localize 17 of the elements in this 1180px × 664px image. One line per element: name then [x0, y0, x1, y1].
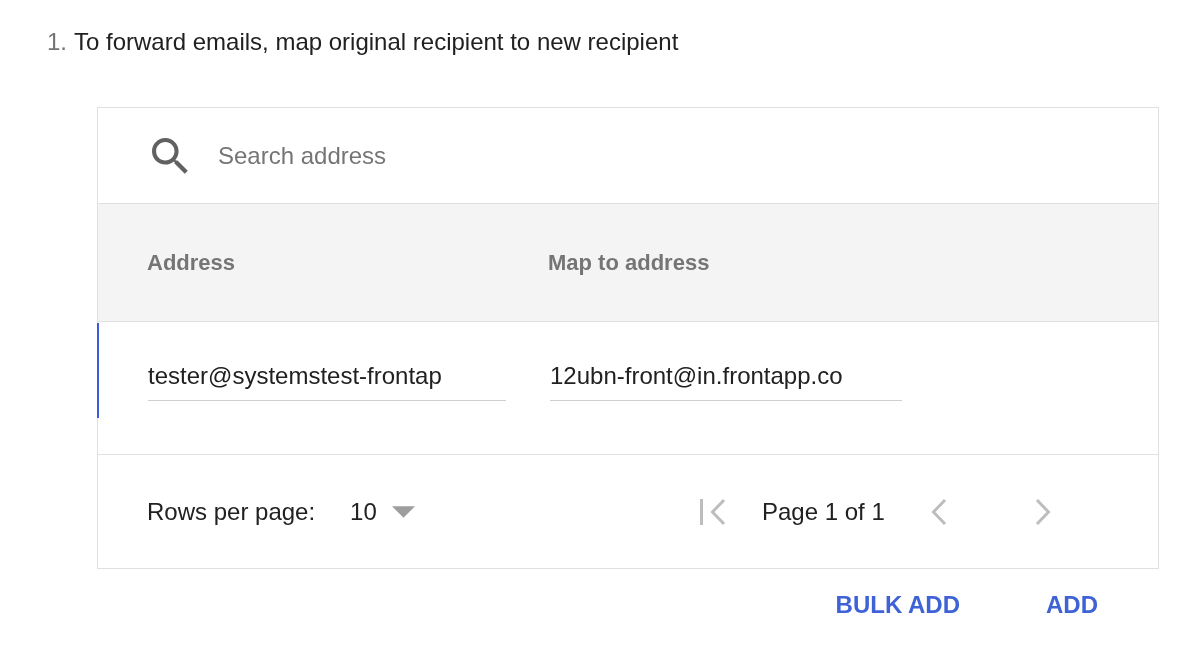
page-indicator: Page 1 of 1 [762, 497, 885, 526]
bulk-add-button[interactable]: BULK ADD [819, 585, 976, 625]
rows-per-page-dropdown[interactable]: 10 [350, 497, 415, 526]
chevron-left-icon [929, 497, 947, 526]
add-button[interactable]: ADD [1030, 585, 1114, 625]
search-icon [152, 137, 188, 174]
rows-per-page-label: Rows per page: [147, 497, 316, 526]
column-header: Map to address [548, 249, 710, 276]
list-number: 1. [47, 28, 67, 56]
first-page-icon [700, 497, 726, 526]
map-to-address-field[interactable]: 12ubn-front@in.frontapp.co [550, 358, 902, 401]
search-field[interactable]: Search address [218, 138, 1128, 173]
instruction-text: To forward emails, map original recipient to new recipient [74, 28, 679, 56]
column-header: Address [147, 249, 236, 276]
caret-down-icon [391, 505, 415, 518]
address-field[interactable]: tester@systemstest-frontap [148, 358, 506, 401]
chevron-right-icon [1034, 497, 1052, 526]
